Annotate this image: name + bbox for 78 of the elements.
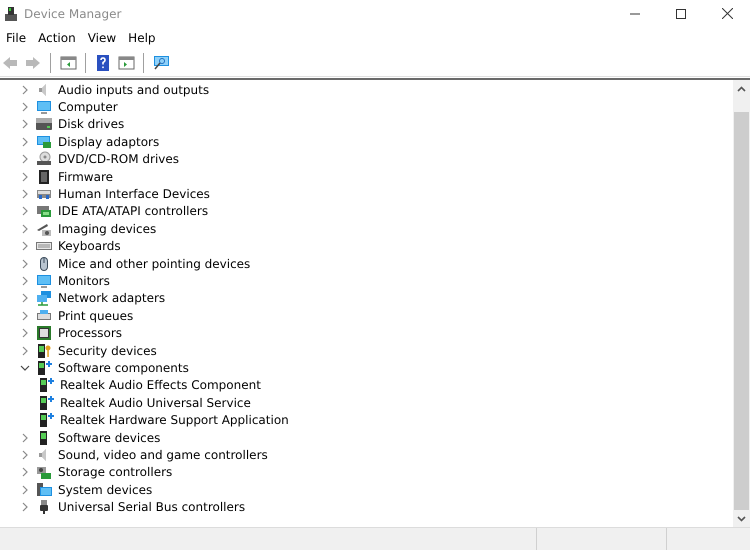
expand-chevron-icon[interactable] — [22, 136, 28, 147]
expand-chevron-icon[interactable] — [22, 241, 28, 252]
tree-item[interactable]: Storage controllers — [57, 465, 172, 480]
tree-item[interactable]: Monitors — [57, 274, 110, 288]
expand-chevron-icon[interactable] — [22, 432, 28, 442]
expand-chevron-icon[interactable] — [22, 119, 28, 130]
disc-drive-icon — [36, 151, 52, 168]
help-icon[interactable] — [94, 54, 112, 70]
puzzle-device-icon — [36, 360, 52, 376]
expand-chevron-icon[interactable] — [22, 484, 28, 495]
scroll-down-icon — [737, 516, 746, 522]
tree-item[interactable]: Realtek Audio Universal Service — [59, 396, 251, 410]
tree-item[interactable]: Computer — [57, 100, 118, 114]
monitor-card-icon — [36, 134, 52, 150]
expand-chevron-icon[interactable] — [22, 310, 28, 321]
tree-item[interactable]: Network adapters — [57, 291, 166, 306]
expand-chevron-icon[interactable] — [22, 467, 28, 478]
tree-item[interactable]: Mice and other pointing devices — [57, 256, 250, 271]
expand-chevron-icon[interactable] — [22, 450, 28, 460]
menu-item[interactable]: File — [0, 31, 32, 45]
expand-chevron-icon[interactable] — [22, 84, 28, 95]
tree-item[interactable]: System devices — [57, 482, 152, 497]
maximize-icon — [676, 8, 686, 18]
scrollbar[interactable] — [733, 80, 750, 527]
tree-item[interactable]: Human Interface Devices — [57, 187, 210, 202]
tree-item[interactable]: IDE ATA/ATAPI controllers — [57, 204, 208, 218]
expand-chevron-icon[interactable] — [22, 206, 28, 216]
collapse-chevron-icon[interactable] — [20, 364, 30, 371]
tree-item[interactable]: Realtek Hardware Support Application — [59, 413, 289, 428]
tree-item[interactable]: Display adaptors — [57, 134, 160, 149]
expand-chevron-icon[interactable] — [22, 328, 28, 338]
expand-chevron-icon[interactable] — [22, 258, 28, 269]
key-device-icon — [36, 342, 52, 359]
app-icon — [4, 6, 18, 22]
properties-icon[interactable] — [60, 54, 76, 70]
expand-chevron-icon[interactable] — [22, 346, 28, 356]
expand-chevron-icon[interactable] — [22, 224, 28, 234]
monitor-icon — [36, 272, 52, 289]
menu-item[interactable]: View — [82, 31, 122, 45]
monitor-magnifier-icon[interactable] — [152, 54, 170, 70]
chip-icon — [36, 168, 52, 185]
tree-item[interactable]: Sound, video and game controllers — [57, 448, 268, 462]
tree-item[interactable]: Software components — [57, 360, 189, 375]
puzzle-device-icon — [38, 412, 54, 428]
tree-item[interactable]: Firmware — [57, 170, 113, 184]
tree-item[interactable]: Realtek Audio Effects Component — [59, 378, 261, 392]
tree-item[interactable]: Software devices — [57, 430, 160, 444]
tree-item[interactable]: Print queues — [57, 308, 134, 323]
drive-icon — [36, 116, 52, 132]
expand-chevron-icon[interactable] — [22, 502, 28, 512]
expand-chevron-icon[interactable] — [22, 293, 28, 304]
tree-item[interactable]: Processors — [57, 326, 122, 340]
network-icon — [36, 290, 52, 306]
show-hide-pane-icon[interactable] — [118, 54, 134, 70]
expand-chevron-icon[interactable] — [22, 189, 28, 200]
window-title: Device Manager — [24, 6, 122, 20]
expand-chevron-icon[interactable] — [22, 154, 28, 164]
tree-item[interactable]: Security devices — [57, 344, 157, 358]
puzzle-device-icon — [38, 394, 54, 411]
tree-item[interactable]: Imaging devices — [57, 222, 156, 236]
expand-chevron-icon[interactable] — [22, 276, 28, 286]
menu-item[interactable]: Action — [32, 31, 82, 45]
puzzle-device-icon — [38, 377, 54, 394]
system-icon — [36, 482, 52, 498]
tree-item[interactable]: Universal Serial Bus controllers — [57, 500, 246, 514]
scroll-up-icon — [737, 86, 746, 92]
close-icon — [722, 8, 732, 19]
card-icon — [36, 203, 52, 220]
expand-chevron-icon[interactable] — [22, 102, 28, 112]
tree-item[interactable]: DVD/CD-ROM drives — [57, 152, 180, 166]
tree-item[interactable]: Disk drives — [57, 117, 124, 132]
monitor-icon — [36, 99, 52, 116]
menu-item[interactable]: Help — [122, 31, 162, 45]
tree-item[interactable]: Keyboards — [57, 239, 121, 254]
storage-icon — [36, 464, 52, 480]
expand-chevron-icon[interactable] — [22, 172, 28, 182]
tree-item[interactable]: Audio inputs and outputs — [57, 82, 210, 97]
processor-icon — [36, 325, 52, 342]
